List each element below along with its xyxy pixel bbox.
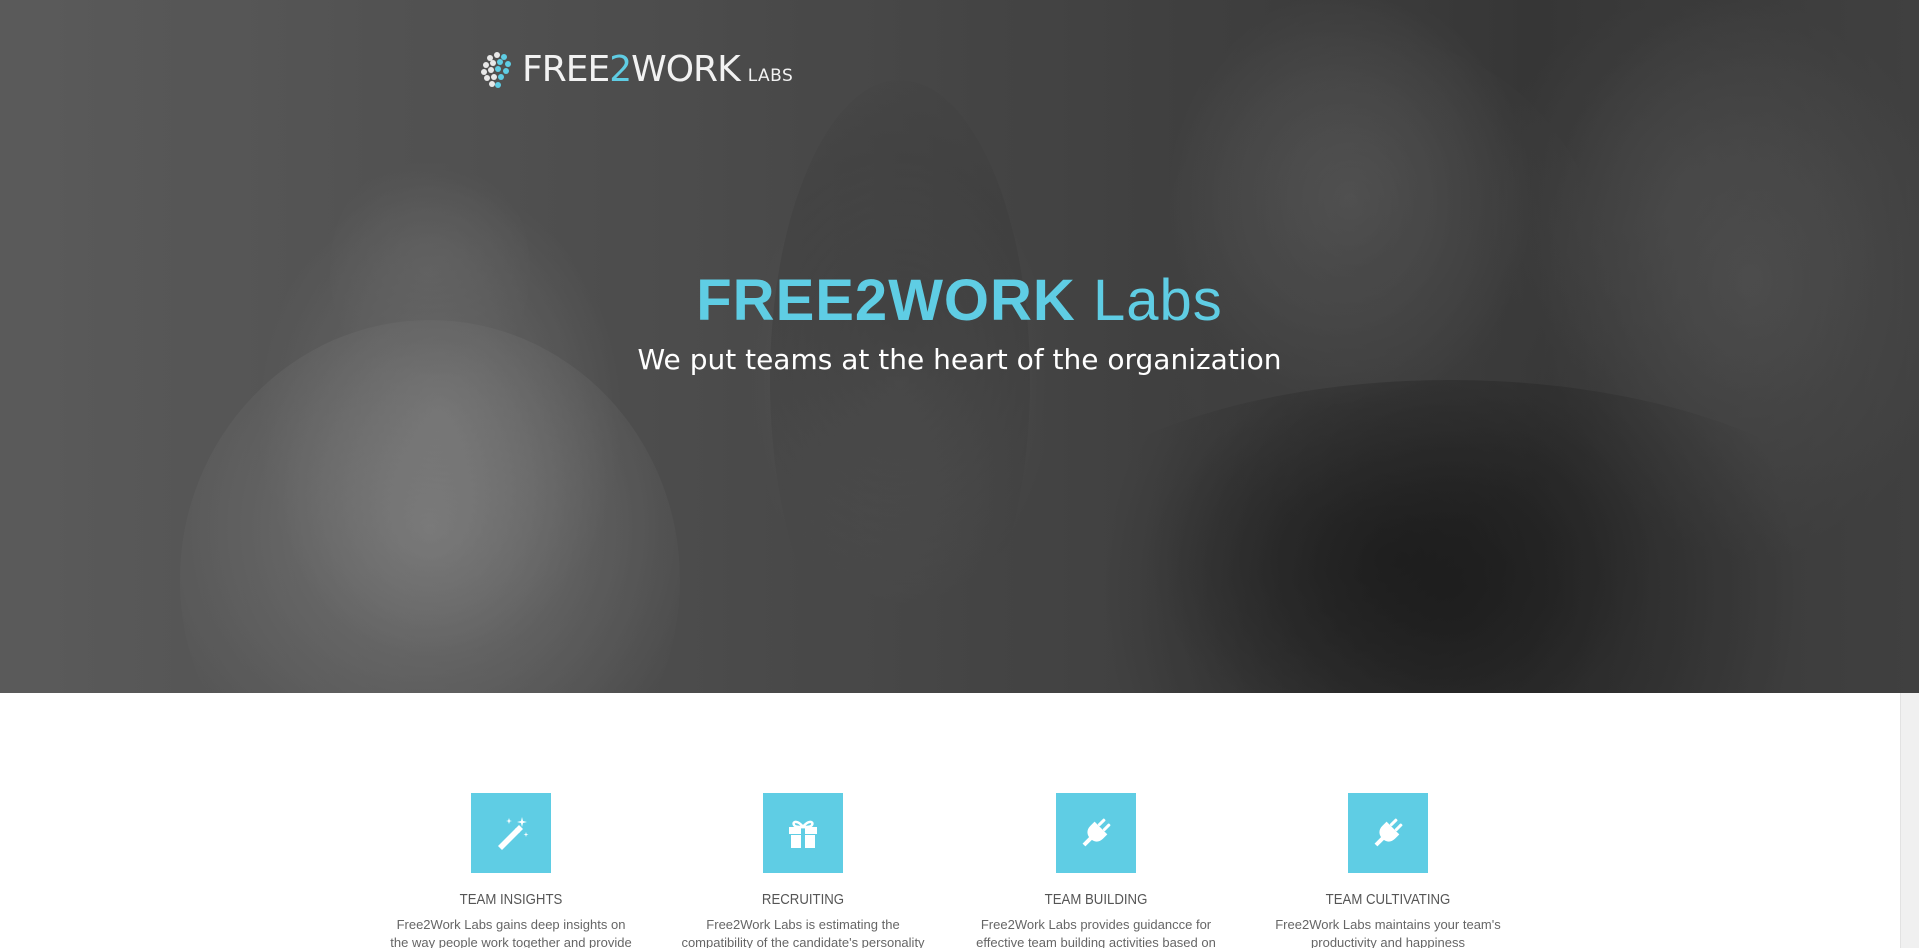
hero-subtitle: We put teams at the heart of the organiz…	[637, 343, 1282, 376]
logo-wordmark: FREE2WORK	[522, 49, 741, 90]
page-scrollbar[interactable]	[1900, 693, 1919, 948]
service-title: TEAM BUILDING	[1044, 891, 1148, 908]
service-card-team-cultivating: TEAM CULTIVATING Free2Work Labs maintain…	[1258, 793, 1518, 948]
hero-title: FREE2WORK Labs	[0, 268, 1919, 334]
plug-icon	[1374, 818, 1403, 847]
brand-logo[interactable]: FREE2WORK LABS	[480, 48, 793, 92]
service-title: RECRUITING	[761, 891, 845, 908]
service-description: Free2Work Labs maintains your team's pro…	[1275, 917, 1501, 948]
service-icon-box	[471, 793, 551, 873]
magic-wand-icon	[498, 817, 529, 850]
hero-title-bold: FREE2WORK	[696, 268, 1076, 333]
service-description: Free2Work Labs gains deep insights on th…	[390, 917, 632, 948]
service-title: TEAM CULTIVATING	[1325, 891, 1451, 908]
service-description: Free2Work Labs is estimating the compati…	[681, 917, 925, 948]
service-icon-box	[1348, 793, 1428, 873]
service-title: TEAM INSIGHTS	[459, 891, 563, 908]
service-card-team-building: TEAM BUILDING Free2Work Labs provides gu…	[966, 793, 1226, 948]
gift-icon	[789, 820, 817, 848]
page: FREE2WORK LABS FREE2WORK Labs We put tea…	[0, 0, 1919, 948]
service-icon-box	[763, 793, 843, 873]
service-description: Free2Work Labs provides guidancce for ef…	[976, 917, 1216, 948]
service-icon-box	[1056, 793, 1136, 873]
logo-subtitle: LABS	[747, 66, 794, 86]
services-section: TEAM INSIGHTS Free2Work Labs gains deep …	[0, 693, 1919, 948]
brain-logo-icon	[481, 52, 511, 88]
service-card-recruiting: RECRUITING Free2Work Labs is estimating …	[673, 793, 933, 948]
plug-icon	[1082, 818, 1111, 847]
hero-title-light: Labs	[1092, 268, 1223, 333]
hero-section: FREE2WORK LABS FREE2WORK Labs We put tea…	[0, 0, 1919, 693]
service-card-team-insights: TEAM INSIGHTS Free2Work Labs gains deep …	[381, 793, 641, 948]
